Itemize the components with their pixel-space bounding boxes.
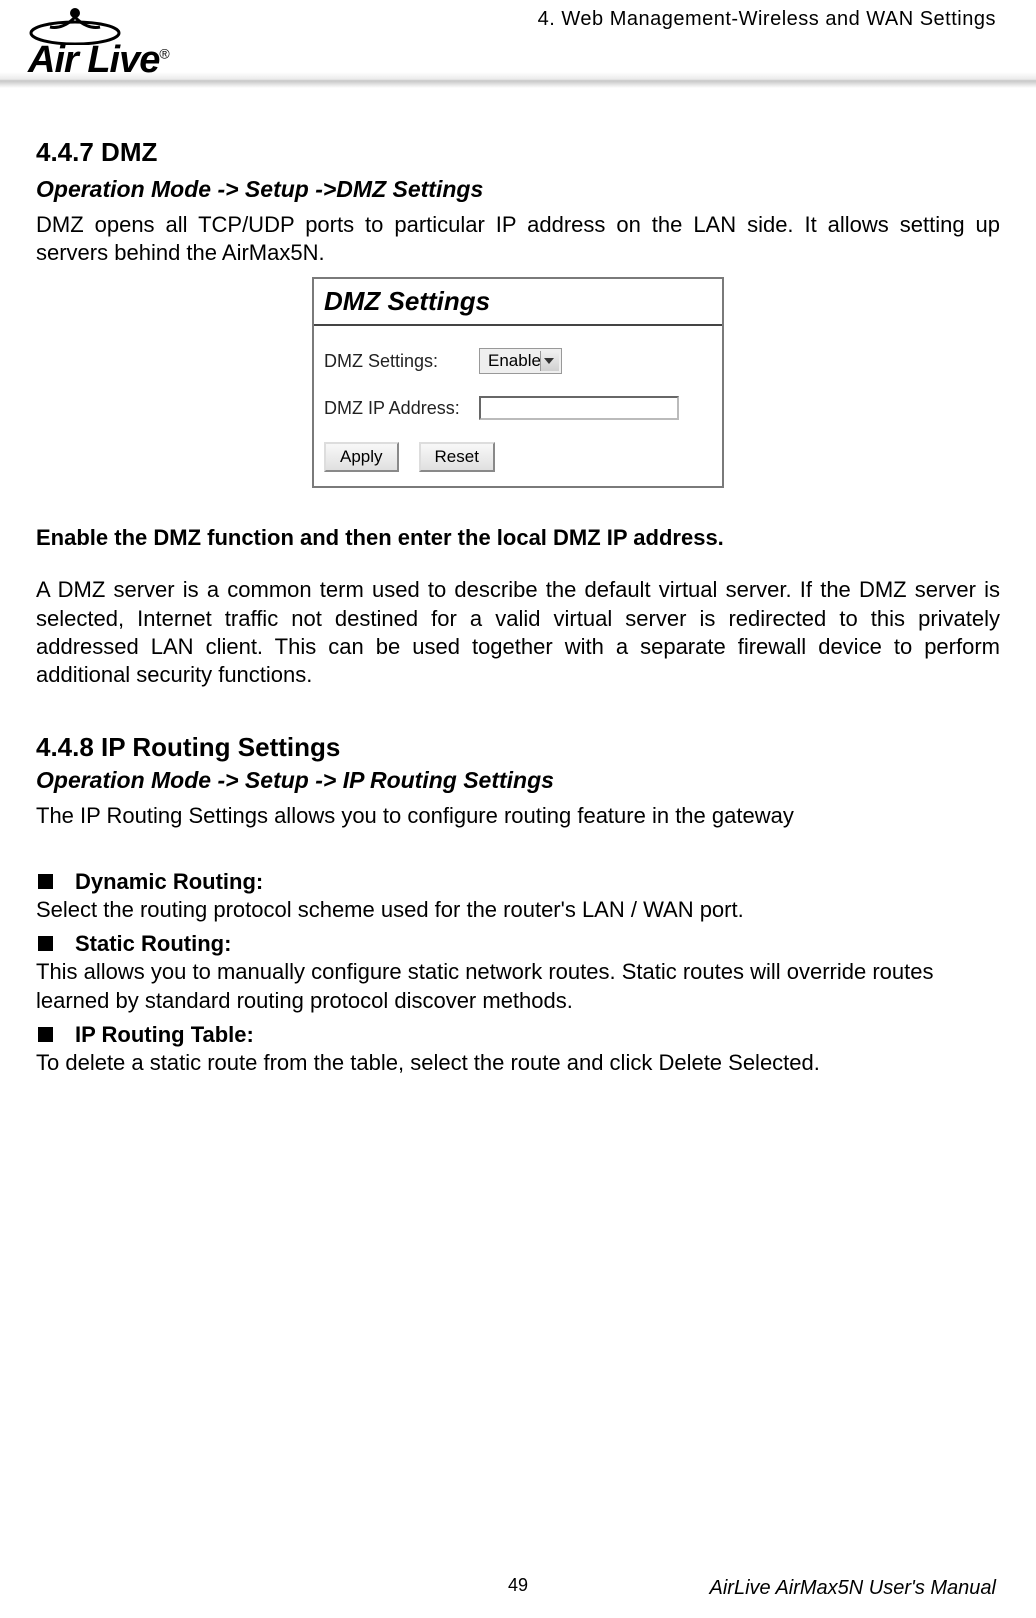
dmz-operation-mode-path: Operation Mode -> Setup ->DMZ Settings: [36, 175, 1000, 204]
dmz-intro-text: DMZ opens all TCP/UDP ports to particula…: [36, 211, 1000, 267]
chapter-title: 4. Web Management-Wireless and WAN Setti…: [538, 8, 996, 31]
bullet-head: IP Routing Table:: [75, 1021, 254, 1049]
dmz-settings-label: DMZ Settings:: [324, 350, 479, 373]
bullet-ip-routing-table: IP Routing Table:: [36, 1021, 1000, 1049]
logo-swoosh-icon: [28, 5, 123, 45]
square-bullet-icon: [38, 936, 53, 951]
section-dmz-heading: 4.4.7 DMZ: [36, 136, 1000, 169]
square-bullet-icon: [38, 1027, 53, 1042]
manual-title-footer: AirLive AirMax5N User's Manual: [710, 1577, 997, 1600]
section-routing-heading: 4.4.8 IP Routing Settings: [36, 731, 1000, 764]
screenshot-panel-title: DMZ Settings: [314, 279, 722, 326]
dmz-ip-row: DMZ IP Address:: [314, 396, 722, 420]
bullet-dynamic-routing: Dynamic Routing:: [36, 868, 1000, 896]
chevron-down-icon: [544, 358, 554, 364]
bullet-static-routing: Static Routing:: [36, 930, 1000, 958]
page-header: Air Live® 4. Web Management-Wireless and…: [0, 0, 1036, 110]
square-bullet-icon: [38, 874, 53, 889]
bullet-body: This allows you to manually configure st…: [36, 958, 1000, 1014]
bullet-head: Dynamic Routing:: [75, 868, 263, 896]
dmz-ip-label: DMZ IP Address:: [324, 397, 479, 420]
routing-intro-text: The IP Routing Settings allows you to co…: [36, 802, 1000, 830]
dmz-settings-row: DMZ Settings: Enable: [314, 348, 722, 374]
bullet-body: Select the routing protocol scheme used …: [36, 896, 1000, 924]
reset-button[interactable]: Reset: [419, 442, 495, 472]
dmz-description: A DMZ server is a common term used to de…: [36, 576, 1000, 689]
dmz-instruction-bold: Enable the DMZ function and then enter t…: [36, 524, 1000, 552]
apply-button[interactable]: Apply: [324, 442, 399, 472]
dmz-ip-input[interactable]: [479, 396, 679, 420]
dmz-settings-select-value: Enable: [488, 350, 541, 372]
bullet-body: To delete a static route from the table,…: [36, 1049, 1000, 1077]
header-divider: [0, 72, 1036, 88]
page-content: 4.4.7 DMZ Operation Mode -> Setup ->DMZ …: [0, 110, 1036, 1077]
dmz-settings-select[interactable]: Enable: [479, 348, 562, 374]
brand-logo: Air Live®: [28, 5, 169, 82]
routing-operation-mode-path: Operation Mode -> Setup -> IP Routing Se…: [36, 766, 1000, 795]
bullet-head: Static Routing:: [75, 930, 231, 958]
dmz-screenshot: DMZ Settings DMZ Settings: Enable DMZ IP…: [312, 277, 724, 488]
